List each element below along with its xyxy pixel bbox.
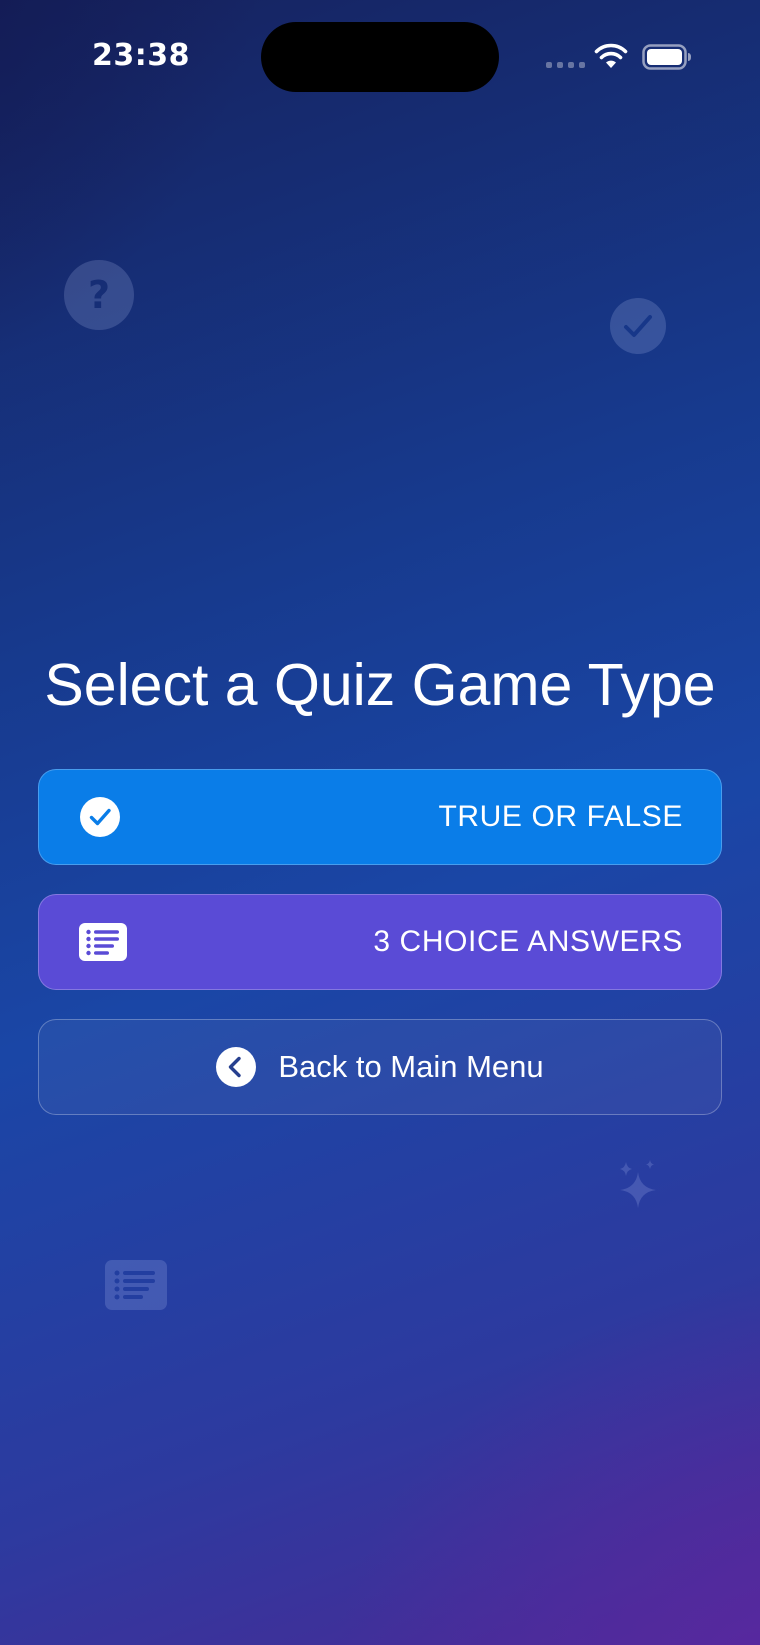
list-icon <box>79 923 127 961</box>
quiz-type-screen: 23:38 ? Select a Quiz Game Type TRUE OR … <box>0 0 760 1645</box>
battery-icon <box>642 44 691 70</box>
sparkles-icon <box>620 1160 656 1208</box>
question-mark-icon: ? <box>64 260 134 330</box>
three-choice-answers-button[interactable]: 3 CHOICE ANSWERS <box>38 894 722 990</box>
page-title: Select a Quiz Game Type <box>44 652 716 718</box>
checkmark-circle-icon <box>610 298 666 354</box>
back-to-main-menu-button[interactable]: Back to Main Menu <box>38 1019 722 1115</box>
checkmark-circle-icon <box>80 797 120 837</box>
three-choice-answers-label: 3 CHOICE ANSWERS <box>373 925 683 958</box>
back-button-content: Back to Main Menu <box>216 1047 544 1087</box>
true-or-false-label: TRUE OR FALSE <box>438 800 683 833</box>
cellular-signal-icon <box>546 62 585 68</box>
back-to-main-menu-label: Back to Main Menu <box>278 1049 544 1084</box>
dynamic-island <box>261 22 499 92</box>
status-bar-time: 23:38 <box>92 38 190 73</box>
true-or-false-button[interactable]: TRUE OR FALSE <box>38 769 722 865</box>
question-mark-glyph: ? <box>88 273 110 317</box>
list-icon <box>105 1260 167 1310</box>
wifi-icon <box>594 43 628 68</box>
chevron-left-circle-icon <box>216 1047 257 1087</box>
